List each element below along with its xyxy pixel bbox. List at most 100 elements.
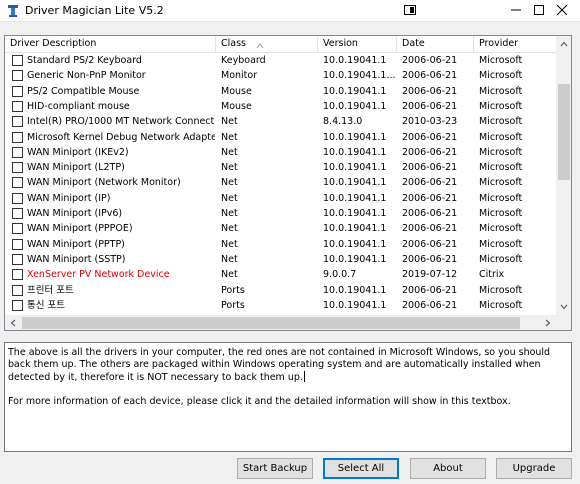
cell-date: 2006-06-21	[402, 177, 458, 189]
row-checkbox[interactable]	[12, 223, 23, 235]
cell-provider: Microsoft	[479, 223, 523, 235]
cell-class: Net	[221, 253, 238, 265]
cell-version: 10.0.19041.1	[323, 146, 387, 158]
cell-version: 10.0.19041.1	[323, 55, 387, 66]
cell-version: 10.0.19041.1	[323, 177, 387, 189]
info-paragraph-1-text: The above is all the drivers in your com…	[8, 347, 554, 383]
table-row[interactable]: 통신 포트 Ports 10.0.19041.1 2006-06-21 Microsof…	[5, 298, 556, 313]
table-row[interactable]: XenServer PV Network Device Net 9.0.0.7 201…	[5, 267, 556, 282]
row-checkbox[interactable]	[12, 70, 23, 82]
driver-list[interactable]: Driver Description Class Version Date Pr…	[4, 35, 572, 331]
scroll-down-icon[interactable]	[556, 299, 571, 315]
cell-date: 2006-06-21	[402, 162, 458, 174]
snap-layout-button[interactable]	[395, 0, 425, 22]
row-checkbox[interactable]	[12, 55, 23, 66]
close-button[interactable]	[540, 0, 580, 22]
cell-version: 10.0.19041.1	[323, 238, 387, 250]
select-all-button[interactable]: Select All	[323, 458, 399, 479]
column-header-provider[interactable]: Provider	[474, 36, 556, 53]
table-row[interactable]: WAN Miniport (IP) Net 10.0.19041.1 2006-06-…	[5, 191, 556, 206]
table-row[interactable]: WAN Miniport (Network Monitor) Net 10.0.19…	[5, 175, 556, 190]
cell-class: Net	[221, 131, 238, 143]
table-row[interactable]: Intel(R) PRO/1000 MT Network Connecti...…	[5, 114, 556, 129]
table-row[interactable]: Microsoft Kernel Debug Network Adapter Ne…	[5, 130, 556, 145]
cell-provider: Microsoft	[479, 192, 523, 204]
table-row[interactable]: WAN Miniport (SSTP) Net 10.0.19041.1 2006-0…	[5, 252, 556, 267]
row-checkbox[interactable]	[12, 208, 23, 219]
table-row[interactable]: Generic Non-PnP Monitor Monitor 10.0.19041…	[5, 68, 556, 83]
table-row[interactable]: PS/2 Compatible Mouse Mouse 10.0.19041.1 20…	[5, 84, 556, 99]
row-checkbox[interactable]	[12, 146, 23, 158]
column-header-class[interactable]: Class	[216, 36, 318, 53]
horizontal-scroll-thumb[interactable]	[22, 317, 520, 329]
table-row[interactable]: 프린터 포트 Ports 10.0.19041.1 2006-06-21 Microso…	[5, 283, 556, 298]
cell-description: WAN Miniport (IKEv2)	[27, 146, 129, 158]
cell-provider: Microsoft	[479, 208, 523, 219]
list-header: Driver Description Class Version Date Pr…	[5, 36, 556, 53]
cell-version: 10.0.19041.1	[323, 85, 387, 97]
cell-class: Net	[221, 146, 238, 158]
vertical-scrollbar[interactable]	[556, 36, 571, 315]
table-row[interactable]: WAN Miniport (IKEv2) Net 10.0.19041.1 2006-…	[5, 145, 556, 160]
horizontal-scrollbar[interactable]	[5, 315, 556, 330]
row-checkbox[interactable]	[12, 192, 23, 204]
info-textbox[interactable]: The above is all the drivers in your com…	[4, 342, 572, 452]
row-checkbox[interactable]	[12, 269, 23, 281]
cell-date: 2006-06-21	[402, 131, 458, 143]
row-checkbox[interactable]	[12, 162, 23, 174]
cell-version: 10.0.19041.1	[323, 223, 387, 235]
row-checkbox[interactable]	[12, 85, 23, 97]
cell-class: Keyboard	[221, 55, 266, 66]
info-paragraph-2: For more information of each device, ple…	[8, 396, 511, 407]
cell-description: WAN Miniport (L2TP)	[27, 162, 125, 174]
cell-date: 2006-06-21	[402, 208, 458, 219]
table-row[interactable]: WAN Miniport (L2TP) Net 10.0.19041.1 2006-0…	[5, 160, 556, 175]
cell-version: 10.0.19041.1	[323, 131, 387, 143]
start-backup-button[interactable]: Start Backup	[237, 458, 313, 479]
table-row[interactable]: WAN Miniport (IPv6) Net 10.0.19041.1 2006-0…	[5, 206, 556, 221]
scrollbar-corner	[556, 315, 571, 330]
cell-provider: Microsoft	[479, 253, 523, 265]
cell-class: Net	[221, 238, 238, 250]
table-row[interactable]: WAN Miniport (PPTP) Net 10.0.19041.1 2006-0…	[5, 237, 556, 252]
cell-date: 2010-03-23	[402, 116, 458, 128]
vertical-scroll-thumb[interactable]	[558, 84, 570, 180]
cell-provider: Microsoft	[479, 85, 523, 97]
column-header-date[interactable]: Date	[397, 36, 474, 53]
row-checkbox[interactable]	[12, 284, 23, 296]
row-checkbox[interactable]	[12, 131, 23, 143]
column-header-class-label: Class	[221, 38, 246, 49]
scroll-up-icon[interactable]	[556, 36, 571, 52]
column-header-version[interactable]: Version	[318, 36, 397, 53]
cell-version: 10.0.19041.1	[323, 299, 387, 311]
close-icon	[556, 4, 568, 18]
column-header-description[interactable]: Driver Description	[5, 36, 216, 53]
row-checkbox[interactable]	[12, 238, 23, 250]
row-checkbox[interactable]	[12, 116, 23, 128]
row-checkbox[interactable]	[12, 100, 23, 112]
cell-version: 10.0.19041.1	[323, 284, 387, 296]
cell-description: WAN Miniport (PPPOE)	[27, 223, 133, 235]
cell-class: Mouse	[221, 100, 252, 112]
title-bar: Driver Magician Lite V5.2	[0, 0, 580, 22]
cell-provider: Microsoft	[479, 55, 523, 66]
cell-date: 2019-07-12	[402, 269, 458, 281]
table-row[interactable]: Standard PS/2 Keyboard Keyboard 10.0.19041…	[5, 53, 556, 68]
upgrade-button[interactable]: Upgrade	[496, 458, 572, 479]
row-checkbox[interactable]	[12, 177, 23, 189]
table-row[interactable]: WAN Miniport (PPPOE) Net 10.0.19041.1 2006-…	[5, 221, 556, 236]
table-row[interactable]: HID-compliant mouse Mouse 10.0.19041.1 2006…	[5, 99, 556, 114]
sort-ascending-icon	[256, 40, 264, 49]
row-checkbox[interactable]	[12, 253, 23, 265]
app-icon	[6, 4, 20, 18]
scroll-right-icon[interactable]	[540, 315, 556, 330]
cell-description: WAN Miniport (SSTP)	[27, 253, 126, 265]
row-checkbox[interactable]	[12, 299, 23, 311]
cell-date: 2006-06-21	[402, 146, 458, 158]
about-button[interactable]: About	[410, 458, 486, 479]
window-title: Driver Magician Lite V5.2	[25, 4, 164, 17]
scroll-left-icon[interactable]	[5, 315, 21, 330]
cell-class: Net	[221, 192, 238, 204]
cell-provider: Microsoft	[479, 70, 523, 82]
cell-version: 10.0.19041.1	[323, 253, 387, 265]
